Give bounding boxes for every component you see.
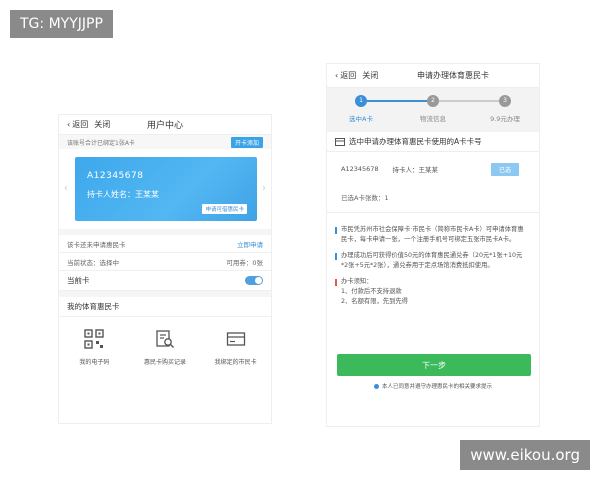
grid-item-qrcode[interactable]: 我的电子码 <box>59 329 130 366</box>
close-button[interactable]: 关闭 <box>362 70 378 81</box>
apply-status-label: 该卡还未申请惠民卡 <box>67 240 126 249</box>
current-card-toggle[interactable] <box>245 276 263 285</box>
selected-card-holder: 持卡人：王某某 <box>392 166 439 174</box>
info-paragraph: 市民凭苏州市社会保障卡·市民卡（简称市民卡A卡）可申请体育惠民卡，每卡申请一张，… <box>327 221 539 247</box>
current-card-label: 当前卡 <box>67 276 90 285</box>
chevron-left-icon: ‹ <box>335 71 339 80</box>
page-title: 申请办理体育惠民卡 <box>417 71 489 80</box>
card-icon <box>335 137 345 146</box>
info-paragraph-text: 办理成功后可获得价值50元的体育惠民通兑券（20元*1张+10元*2张+5元*2… <box>341 252 523 269</box>
step-label: 物流信息 <box>420 115 446 123</box>
apply-card-screen: ‹ 返回 关闭 申请办理体育惠民卡 1 2 3 选中A卡 物流信息 9.9元办理… <box>326 63 540 427</box>
bind-info-row: 该账号合计已绑定1张A卡 开卡添加 <box>59 135 271 149</box>
step-connector <box>437 100 503 102</box>
bullet-bar <box>335 227 337 234</box>
user-center-screen: ‹ 返回 关闭 用户中心 该账号合计已绑定1张A卡 开卡添加 ‹ A123456… <box>58 114 272 424</box>
chevron-right-icon[interactable]: › <box>262 183 266 194</box>
step-dot: 2 <box>427 95 439 107</box>
back-button[interactable]: ‹ 返回 <box>335 70 356 81</box>
nav-bar: ‹ 返回 关闭 申请办理体育惠民卡 <box>327 64 539 88</box>
back-label: 返回 <box>72 120 89 129</box>
selected-card-row: A12345678 持卡人：王某某 已选 <box>327 152 539 186</box>
watermark-top: TG: MYYJJPP <box>10 10 113 38</box>
notice-item: 2、名额有限，先到先得 <box>341 298 408 305</box>
progress-steps: 1 2 3 选中A卡 物流信息 9.9元办理 <box>327 88 539 132</box>
feature-grid: 我的电子码 惠民卡购买记录 我绑定的市民卡 <box>59 317 271 366</box>
qrcode-icon <box>84 329 105 349</box>
info-paragraph-text: 市民凭苏州市社会保障卡·市民卡（简称市民卡A卡）可申请体育惠民卡，每卡申请一张，… <box>341 226 524 243</box>
grid-item-bound-cards[interactable]: 我绑定的市民卡 <box>200 329 271 366</box>
grid-item-records[interactable]: 惠民卡购买记录 <box>130 329 201 366</box>
record-search-icon <box>156 330 174 348</box>
step-label: 选中A卡 <box>349 115 373 123</box>
step-dot: 3 <box>499 95 511 107</box>
notice-block: 办卡须知： 1、付款后不支持退款 2、名额有限，先到先得 <box>327 273 539 309</box>
section-title: 我的体育惠民卡 <box>59 297 271 317</box>
agreement-text: 本人已同意并遵守办理惠民卡的相关要求提示 <box>381 384 492 390</box>
card-holder: 持卡人姓名：王某某 <box>87 190 159 199</box>
bind-hint: 该账号合计已绑定1张A卡 <box>67 139 135 147</box>
add-card-button[interactable]: 开卡添加 <box>230 136 263 148</box>
card-carousel: ‹ A12345678 持卡人姓名：王某某 申请可借惠民卡 › <box>59 149 271 229</box>
current-status-row: 当前状态：选择中 可用券：0张 <box>59 253 271 271</box>
section-heading-text: 选中申请办理体育惠民卡使用的A卡卡号 <box>349 137 482 146</box>
step-dot: 1 <box>355 95 367 107</box>
selected-card-number: A12345678 <box>341 165 379 173</box>
back-label: 返回 <box>340 71 357 80</box>
next-step-button[interactable]: 下一步 <box>337 354 531 376</box>
bullet-bar <box>335 279 337 286</box>
grid-item-label: 我绑定的市民卡 <box>214 359 257 366</box>
bullet-bar <box>335 253 337 260</box>
nav-bar: ‹ 返回 关闭 用户中心 <box>59 115 271 135</box>
current-card-row: 当前卡 <box>59 271 271 291</box>
grid-item-label: 我的电子码 <box>79 359 110 366</box>
chevron-left-icon[interactable]: ‹ <box>64 183 68 194</box>
close-button[interactable]: 关闭 <box>94 119 110 130</box>
card-number: A12345678 <box>87 171 144 181</box>
agreement-row[interactable]: 本人已同意并遵守办理惠民卡的相关要求提示 <box>327 382 539 390</box>
watermark-bottom: www.eikou.org <box>460 440 590 470</box>
voucher-count: 可用券：0张 <box>226 258 263 267</box>
apply-now-link[interactable]: 立即申请 <box>237 239 263 249</box>
section-heading: 选中申请办理体育惠民卡使用的A卡卡号 <box>327 132 539 152</box>
citizen-card[interactable]: A12345678 持卡人姓名：王某某 申请可借惠民卡 <box>75 157 257 221</box>
notice-item: 1、付款后不支持退款 <box>341 288 402 295</box>
current-status-label: 当前状态：选择中 <box>67 258 119 267</box>
apply-status-row: 该卡还未申请惠民卡 立即申请 <box>59 235 271 253</box>
card-icon <box>226 332 245 346</box>
selected-count: 已选A卡张数：1 <box>327 186 539 213</box>
selected-button[interactable]: 已选 <box>490 162 519 176</box>
page-title: 用户中心 <box>146 121 183 131</box>
apply-card-button[interactable]: 申请可借惠民卡 <box>202 204 247 214</box>
info-paragraph: 办理成功后可获得价值50元的体育惠民通兑券（20元*1张+10元*2张+5元*2… <box>327 247 539 273</box>
grid-item-label: 惠民卡购买记录 <box>144 359 187 366</box>
chevron-left-icon: ‹ <box>67 120 71 129</box>
step-connector <box>365 100 431 102</box>
back-button[interactable]: ‹ 返回 <box>67 119 88 130</box>
agree-radio[interactable] <box>373 383 379 389</box>
step-label: 9.9元办理 <box>490 115 520 123</box>
notice-title: 办卡须知： <box>341 278 373 285</box>
